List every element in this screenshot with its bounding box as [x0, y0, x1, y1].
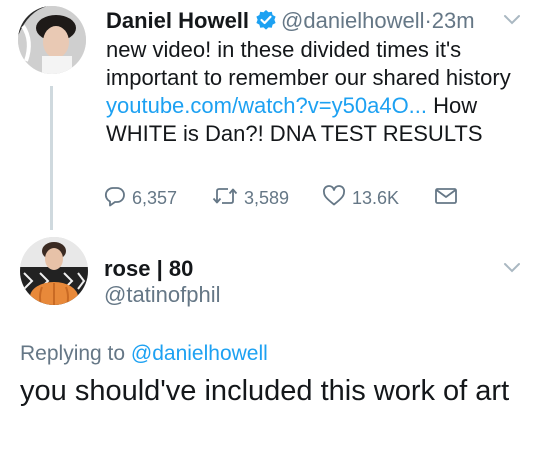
- message-icon: [434, 185, 464, 212]
- retweet-action[interactable]: 3,589: [212, 185, 289, 212]
- like-count: 13.6K: [352, 188, 400, 208]
- reply-author-avatar[interactable]: [20, 237, 88, 305]
- chevron-down-icon[interactable]: [503, 261, 521, 279]
- reply-count: 6,357: [132, 188, 178, 208]
- replying-to-handle[interactable]: @danielhowell: [131, 342, 268, 365]
- like-action[interactable]: 13.6K: [322, 185, 399, 212]
- replying-to: Replying to @danielhowell: [20, 340, 268, 368]
- tweet-text-body: new video! in these divided times it's i…: [106, 37, 511, 90]
- chevron-down-icon[interactable]: [503, 13, 521, 31]
- reply-icon: [104, 185, 132, 212]
- tweet-time[interactable]: 23m: [432, 8, 475, 33]
- time-separator: ·: [424, 8, 432, 33]
- reply-author-handle[interactable]: @tatinofphil: [104, 281, 221, 309]
- retweet-count: 3,589: [244, 188, 290, 208]
- reply-action[interactable]: 6,357: [104, 185, 177, 212]
- retweet-icon: [212, 185, 244, 212]
- reply-author-name[interactable]: rose | 80: [104, 255, 193, 283]
- direct-message-action[interactable]: [434, 185, 464, 212]
- heart-icon: [322, 185, 352, 212]
- tweet-header: Daniel Howell @danielhowell·23m: [106, 6, 526, 36]
- video-link[interactable]: youtube.com/watch?v=y50a4O...: [106, 93, 427, 118]
- author-avatar[interactable]: [18, 6, 86, 74]
- author-handle[interactable]: @danielhowell: [281, 8, 424, 33]
- replying-to-label: Replying to: [20, 342, 126, 365]
- author-name[interactable]: Daniel Howell: [106, 8, 249, 33]
- thread-connector-line: [50, 86, 53, 230]
- verified-badge-icon: [255, 9, 277, 39]
- tweet-text: new video! in these divided times it's i…: [106, 36, 521, 148]
- reply-text: you should've included this work of art: [20, 375, 510, 407]
